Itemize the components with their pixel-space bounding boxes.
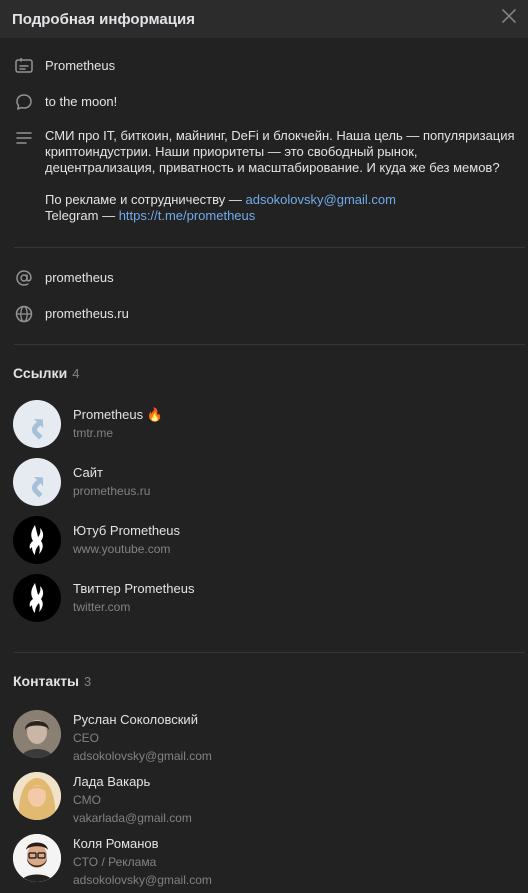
link-item[interactable]: Prometheus 🔥 tmtr.me — [13, 400, 163, 448]
fire-emoji: 🔥 — [146, 407, 163, 422]
links-title: Ссылки — [13, 365, 68, 381]
channel-status: to the moon! — [45, 94, 118, 109]
contact-email: vakarlada@gmail.com — [73, 811, 192, 825]
ads-prefix: По рекламе и сотрудничеству — — [45, 192, 246, 207]
contacts-title: Контакты — [13, 673, 80, 689]
info-row-description: СМИ про IT, биткоин, майнинг, DeFi и бло… — [14, 128, 524, 224]
avatar — [13, 834, 61, 882]
description-line: криптоиндустрии. Наши приоритеты — это с… — [45, 144, 418, 159]
text-lines-icon — [16, 132, 32, 144]
divider — [14, 247, 525, 248]
telegram-prefix: Telegram — — [45, 208, 119, 223]
contact-email: adsokolovsky@gmail.com — [73, 749, 212, 763]
link-title: Ютуб Prometheus — [73, 523, 181, 538]
divider — [14, 652, 525, 653]
contact-role: CTO / Реклама — [73, 855, 157, 869]
contacts-count: 3 — [84, 674, 92, 689]
link-domain: www.youtube.com — [73, 542, 171, 556]
info-row-name: Prometheus — [14, 56, 115, 74]
contact-name: Лада Вакарь — [73, 774, 151, 789]
speech-bubble-icon — [16, 94, 32, 110]
contact-item[interactable]: Руслан Соколовский CEO adsokolovsky@gmai… — [13, 710, 212, 765]
link-item[interactable]: Твиттер Prometheus twitter.com — [13, 574, 194, 622]
website-link[interactable]: prometheus.ru — [45, 306, 129, 322]
link-domain: tmtr.me — [73, 426, 114, 440]
link-title: Prometheus 🔥 — [73, 406, 163, 424]
links-count: 4 — [72, 366, 80, 381]
links-section-header: Ссылки 4 — [13, 365, 79, 381]
globe-icon — [15, 305, 33, 323]
contact-role: CMO — [73, 793, 101, 807]
arrow-link-icon — [13, 458, 61, 506]
telegram-line: Telegram — https://t.me/prometheus — [45, 208, 515, 224]
link-item[interactable]: Ютуб Prometheus www.youtube.com — [13, 516, 180, 564]
modal-header: Подробная информация — [0, 0, 528, 38]
info-row-website: prometheus.ru — [14, 304, 129, 323]
link-title-text: Prometheus — [73, 407, 144, 422]
avatar — [13, 772, 61, 820]
link-item[interactable]: Сайт prometheus.ru — [13, 458, 150, 506]
modal-title: Подробная информация — [12, 10, 195, 28]
channel-shortname[interactable]: prometheus — [45, 270, 114, 286]
contact-email: adsokolovsky@gmail.com — [73, 873, 212, 887]
close-icon[interactable] — [498, 5, 520, 27]
channel-description: СМИ про IT, биткоин, майнинг, DeFi и бло… — [45, 128, 515, 224]
divider — [14, 344, 525, 345]
avatar — [13, 710, 61, 758]
link-domain: prometheus.ru — [73, 484, 151, 498]
contact-role: CEO — [73, 731, 100, 745]
description-line: децентрализация, приватность и масштабир… — [45, 160, 500, 175]
info-row-shortname: prometheus — [14, 268, 114, 286]
id-card-icon — [15, 57, 33, 73]
telegram-link[interactable]: https://t.me/prometheus — [119, 208, 256, 223]
description-line: СМИ про IT, биткоин, майнинг, DeFi и бло… — [45, 128, 515, 143]
channel-name: Prometheus — [45, 58, 116, 73]
info-row-status: to the moon! — [14, 92, 117, 110]
contact-name: Коля Романов — [73, 836, 159, 851]
prometheus-logo — [13, 516, 61, 564]
at-sign-icon — [16, 270, 32, 286]
prometheus-logo — [13, 574, 61, 622]
contact-item[interactable]: Лада Вакарь CMO vakarlada@gmail.com — [13, 772, 192, 827]
contact-item[interactable]: Коля Романов CTO / Реклама adsokolovsky@… — [13, 834, 212, 889]
link-title: Сайт — [73, 465, 103, 480]
contact-name: Руслан Соколовский — [73, 712, 198, 727]
ads-email-link[interactable]: adsokolovsky@gmail.com — [245, 192, 395, 207]
arrow-link-icon — [13, 400, 61, 448]
contacts-section-header: Контакты 3 — [13, 673, 91, 689]
link-domain: twitter.com — [73, 600, 131, 614]
ads-contact-line: По рекламе и сотрудничеству — adsokolovs… — [45, 192, 515, 208]
link-title: Твиттер Prometheus — [73, 581, 195, 596]
